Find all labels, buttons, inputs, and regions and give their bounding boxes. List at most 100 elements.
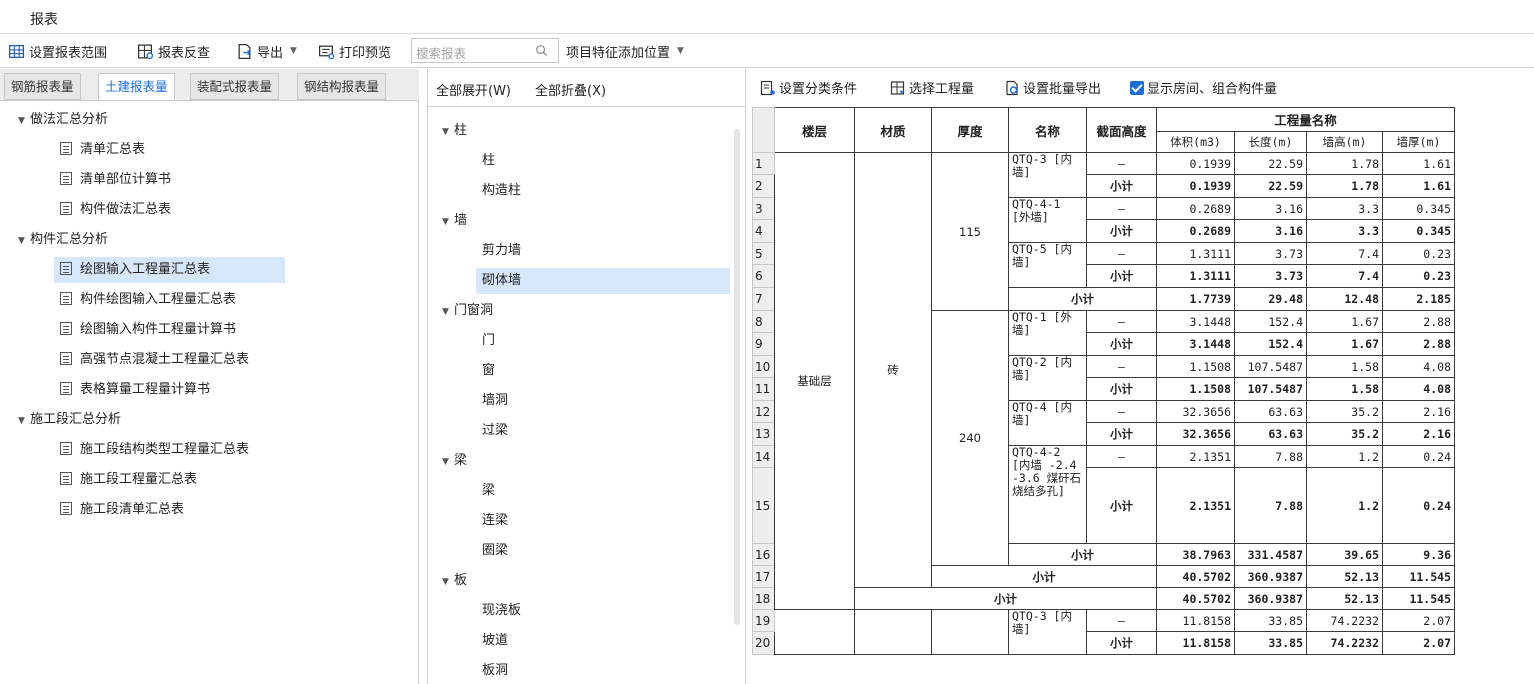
- collapse-all-button[interactable]: 全部折叠(X): [535, 80, 606, 99]
- filter-item[interactable]: 柱: [476, 148, 495, 174]
- tree-item[interactable]: 清单汇总表: [54, 137, 145, 163]
- show-rooms-checkbox[interactable]: 显示房间、组合构件量: [1130, 78, 1277, 97]
- quantity-report-table: 楼层 材质 厚度 名称 截面高度 工程量名称 体积(m3) 长度(m) 墙高(m…: [752, 107, 1455, 655]
- set-category-button[interactable]: 设置分类条件: [760, 78, 857, 97]
- subtotal-label: 小计: [1086, 377, 1157, 401]
- filter-item[interactable]: 现浇板: [476, 598, 521, 624]
- section-height-cell: —: [1086, 355, 1157, 378]
- volume-cell: 1.3111: [1156, 242, 1235, 265]
- tree-item[interactable]: 构件做法汇总表: [54, 197, 171, 223]
- expand-arrow-icon[interactable]: ▼: [442, 570, 454, 594]
- row-number[interactable]: 10: [752, 355, 775, 378]
- report-search-input[interactable]: 搜索报表: [411, 38, 559, 63]
- filter-item[interactable]: 板洞: [476, 658, 508, 684]
- wall-thickness-cell: 0.345: [1382, 219, 1455, 243]
- add-position-dropdown[interactable]: 项目特征添加位置 ▼: [566, 41, 684, 61]
- expand-all-button[interactable]: 全部展开(W): [436, 80, 511, 99]
- filter-item[interactable]: 门: [476, 328, 495, 354]
- tree-group-section[interactable]: ▼ 施工段汇总分析: [18, 409, 121, 431]
- filter-item[interactable]: 过梁: [476, 418, 508, 444]
- volume-cell: 0.2689: [1156, 219, 1235, 243]
- report-toolbar: 设置分类条件 选择工程量 设置批量导出 显示房间、组合构件量: [752, 69, 1534, 105]
- component-name-cell: QTQ-4-2 [内墙 -2.4 -3.6 煤矸石烧结多孔]: [1008, 445, 1087, 544]
- row-number[interactable]: 11: [752, 377, 775, 401]
- expand-arrow-icon[interactable]: ▼: [442, 210, 454, 234]
- tab-civil[interactable]: 土建报表量: [98, 73, 175, 100]
- tree-item-selected[interactable]: 绘图输入工程量汇总表: [54, 257, 285, 283]
- row-number[interactable]: 15: [752, 467, 775, 544]
- checkbox-checked-icon[interactable]: [1130, 80, 1144, 95]
- row-number[interactable]: 17: [752, 565, 775, 588]
- tab-rebar[interactable]: 钢筋报表量: [4, 73, 81, 100]
- tree-item[interactable]: 施工段结构类型工程量汇总表: [54, 437, 249, 463]
- report-tree-panel: 钢筋报表量 土建报表量 装配式报表量 钢结构报表量 ▼ 做法汇总分析 清单汇总表 …: [0, 69, 419, 684]
- filter-item[interactable]: 坡道: [476, 628, 508, 654]
- row-number[interactable]: 9: [752, 332, 775, 356]
- tab-steel[interactable]: 钢结构报表量: [297, 73, 387, 100]
- row-number[interactable]: 19: [752, 609, 775, 632]
- row-number[interactable]: 20: [752, 631, 775, 655]
- export-button[interactable]: 导出 ▼: [236, 41, 297, 61]
- row-number[interactable]: 2: [752, 174, 775, 198]
- wall-thickness-cell: 1.61: [1382, 152, 1455, 175]
- tree-item[interactable]: 清单部位计算书: [54, 167, 171, 193]
- filter-group-beam[interactable]: ▼ 梁: [442, 449, 467, 473]
- row-number[interactable]: 18: [752, 587, 775, 610]
- filter-group-slab[interactable]: ▼ 板: [442, 569, 467, 593]
- tree-item[interactable]: 高强节点混凝土工程量汇总表: [54, 347, 249, 373]
- search-icon[interactable]: [535, 44, 548, 57]
- tree-group-method[interactable]: ▼ 做法汇总分析: [18, 109, 108, 131]
- tree-item[interactable]: 表格算量工程量计算书: [54, 377, 210, 403]
- row-number[interactable]: 16: [752, 543, 775, 566]
- tree-item[interactable]: 施工段工程量汇总表: [54, 467, 197, 493]
- select-quantity-button[interactable]: 选择工程量: [890, 78, 974, 97]
- filter-group-column[interactable]: ▼ 柱: [442, 119, 467, 143]
- expand-arrow-icon[interactable]: ▼: [442, 120, 454, 144]
- expand-arrow-icon[interactable]: ▼: [18, 230, 30, 252]
- row-number[interactable]: 14: [752, 445, 775, 468]
- expand-arrow-icon[interactable]: ▼: [18, 110, 30, 132]
- volume-cell: 3.1448: [1156, 332, 1235, 356]
- filter-item[interactable]: 墙洞: [476, 388, 508, 414]
- row-number[interactable]: 7: [752, 287, 775, 311]
- filter-item[interactable]: 构造柱: [476, 178, 521, 204]
- document-icon: [60, 202, 72, 215]
- row-number[interactable]: 13: [752, 422, 775, 446]
- row-number[interactable]: 8: [752, 310, 775, 333]
- filter-item-selected[interactable]: 砌体墙: [476, 268, 730, 294]
- header-thickness: 厚度: [931, 107, 1009, 153]
- row-number[interactable]: 6: [752, 264, 775, 288]
- length-cell: 7.88: [1234, 467, 1307, 544]
- print-preview-button[interactable]: 打印预览: [318, 41, 391, 61]
- filter-item[interactable]: 剪力墙: [476, 238, 521, 264]
- filter-item[interactable]: 连梁: [476, 508, 508, 534]
- row-number[interactable]: 4: [752, 219, 775, 243]
- filter-item[interactable]: 窗: [476, 358, 495, 384]
- tree-item[interactable]: 绘图输入构件工程量计算书: [54, 317, 236, 343]
- component-name-cell: QTQ-1 [外墙]: [1008, 310, 1087, 356]
- tree-item[interactable]: 施工段清单汇总表: [54, 497, 184, 523]
- report-check-icon: [137, 43, 154, 59]
- tab-prefab[interactable]: 装配式报表量: [190, 73, 280, 100]
- tree-group-component[interactable]: ▼ 构件汇总分析: [18, 229, 108, 251]
- tree-item[interactable]: 构件绘图输入工程量汇总表: [54, 287, 236, 313]
- filter-item[interactable]: 圈梁: [476, 538, 508, 564]
- document-icon: [60, 442, 72, 455]
- row-number[interactable]: 1: [752, 152, 775, 175]
- set-range-button[interactable]: 设置报表范围: [8, 41, 107, 61]
- expand-arrow-icon[interactable]: ▼: [442, 300, 454, 324]
- batch-export-button[interactable]: 设置批量导出: [1004, 78, 1101, 97]
- row-number[interactable]: 5: [752, 242, 775, 265]
- expand-arrow-icon[interactable]: ▼: [18, 410, 30, 432]
- filter-group-wall[interactable]: ▼ 墙: [442, 209, 467, 233]
- volume-cell: 2.1351: [1156, 467, 1235, 544]
- row-number[interactable]: 3: [752, 197, 775, 220]
- section-height-cell: —: [1086, 445, 1157, 468]
- wall-thickness-cell: 2.16: [1382, 400, 1455, 423]
- expand-arrow-icon[interactable]: ▼: [442, 450, 454, 474]
- vertical-scrollbar[interactable]: [734, 129, 740, 625]
- report-check-button[interactable]: 报表反查: [137, 41, 210, 61]
- filter-group-opening[interactable]: ▼ 门窗洞: [442, 299, 493, 323]
- row-number[interactable]: 12: [752, 400, 775, 423]
- filter-item[interactable]: 梁: [476, 478, 495, 504]
